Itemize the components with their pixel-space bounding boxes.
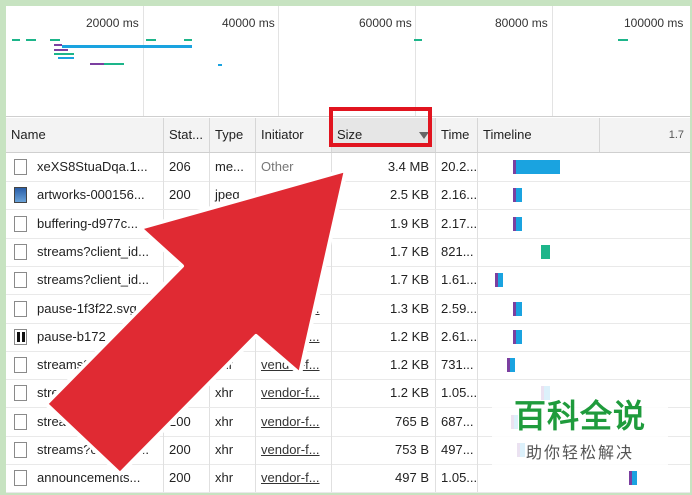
watermark-title: 百科全说 xyxy=(513,398,646,434)
watermark-subtitle: 助你轻松解决 xyxy=(525,445,634,462)
watermark-logo: 百科全说 助你轻松解决 xyxy=(492,385,668,467)
